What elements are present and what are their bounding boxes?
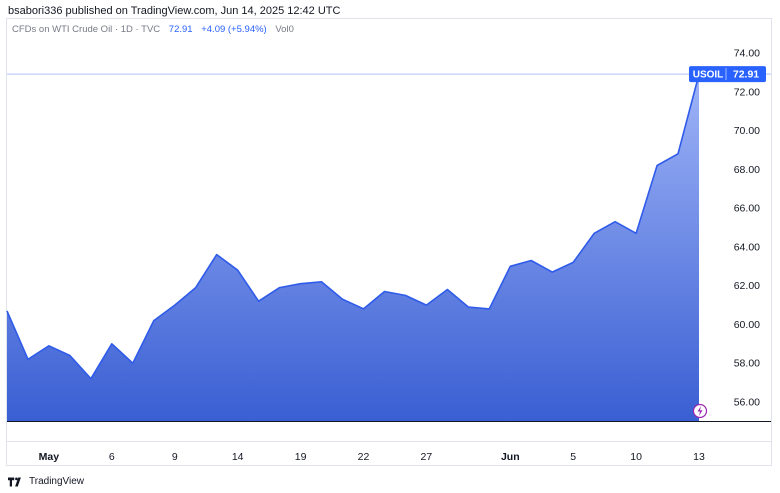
x-tick-label: 14 — [232, 451, 244, 463]
y-tick-label: 62.00 — [734, 280, 760, 292]
x-tick-label: 6 — [109, 451, 115, 463]
x-tick-label: 27 — [421, 451, 433, 463]
y-tick-label: 70.00 — [734, 125, 760, 137]
y-tick-label: 60.00 — [734, 319, 760, 331]
y-tick-label: 58.00 — [734, 358, 760, 370]
y-tick-label: 64.00 — [734, 241, 760, 253]
x-tick-label: 19 — [295, 451, 307, 463]
price-tag-value: 72.91 — [733, 69, 759, 81]
y-tick-label: 68.00 — [734, 164, 760, 176]
x-tick-label: 9 — [172, 451, 178, 463]
x-tick-label: 22 — [358, 451, 370, 463]
y-tick-label: 56.00 — [734, 397, 760, 409]
x-tick-label: 10 — [630, 451, 642, 463]
footer-brand[interactable]: TradingView — [8, 476, 84, 487]
price-chart[interactable]: 56.00 58.00 60.00 62.00 64.00 66.00 68.00 70.00… — [0, 0, 780, 493]
price-tag-symbol: USOIL — [693, 70, 724, 81]
y-tick-label: 72.00 — [734, 86, 760, 98]
symbol-description: CFDs on WTI Crude Oil · 1D · TVC — [12, 24, 161, 35]
chart-legend: CFDs on WTI Crude Oil · 1D · TVC 72.91 +… — [12, 24, 294, 35]
x-tick-label: May — [39, 451, 60, 463]
price-change: +4.09 (+5.94%) — [201, 24, 267, 35]
brand-name: TradingView — [29, 476, 85, 487]
volume-readout: Vol0 — [275, 24, 294, 35]
tv-logo-icon — [8, 477, 21, 486]
series-area — [7, 74, 699, 422]
x-tick-label: Jun — [501, 451, 520, 463]
x-tick-label: 13 — [693, 451, 705, 463]
y-tick-label: 66.00 — [734, 203, 760, 215]
last-price: 72.91 — [168, 24, 193, 35]
x-tick-label: 5 — [570, 451, 576, 463]
y-tick-label: 74.00 — [734, 48, 760, 60]
